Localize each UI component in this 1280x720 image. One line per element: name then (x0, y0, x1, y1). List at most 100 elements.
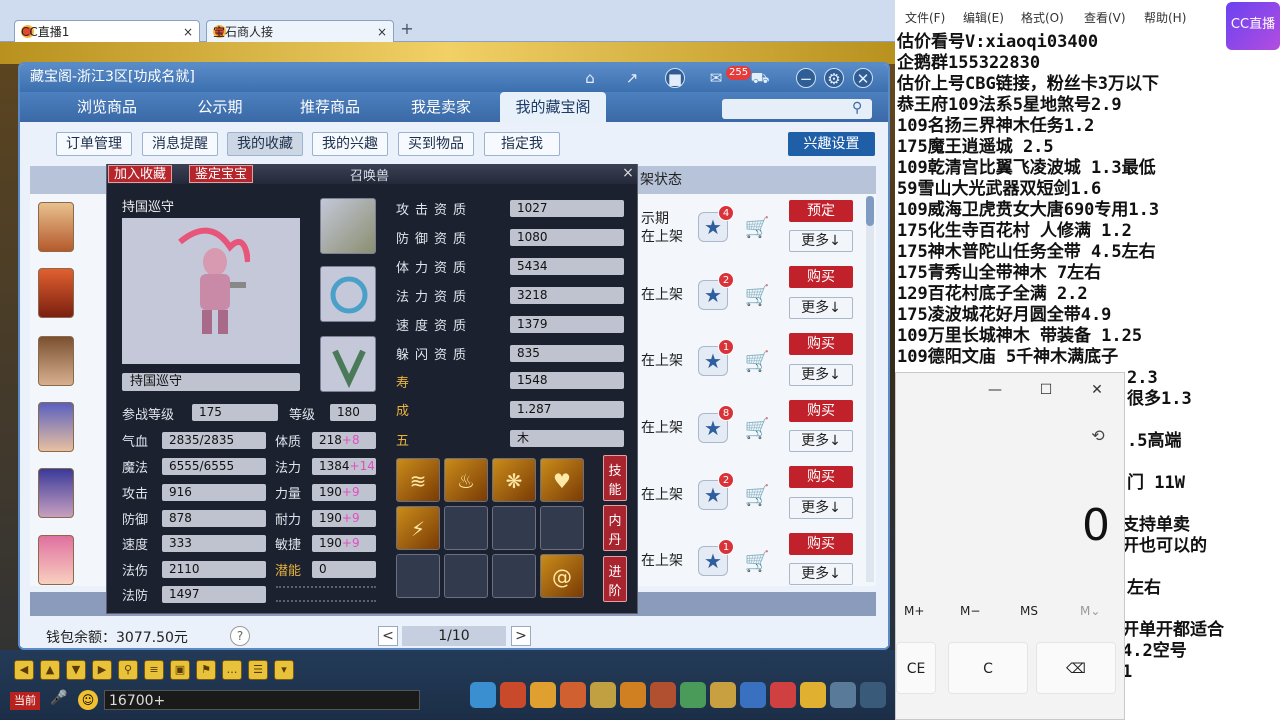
history-icon[interactable]: ⟲ (1088, 426, 1108, 446)
equipment-slot-armor[interactable] (320, 198, 376, 254)
new-tab-button[interactable]: + (398, 20, 416, 38)
minimize-icon[interactable]: − (796, 68, 816, 88)
task-icon[interactable] (710, 682, 736, 708)
flag-icon[interactable]: ⚑ (196, 660, 216, 680)
list-icon[interactable]: ☰ (248, 660, 268, 680)
browser-tab-cc-live[interactable]: CC直播1 × (14, 20, 200, 42)
menu-edit[interactable]: 编辑(E) (963, 9, 1004, 26)
calc-ce-key[interactable]: CE (896, 642, 936, 694)
identify-pet-button[interactable]: 鉴定宝宝 (189, 165, 254, 183)
buy-button[interactable]: 购买 (789, 533, 853, 555)
emote-icon[interactable] (800, 682, 826, 708)
skill-slot[interactable]: @ (540, 554, 584, 598)
subtab-favorites[interactable]: 我的收藏 (227, 132, 303, 156)
inner-elixir-side-button[interactable]: 内丹 (603, 505, 627, 551)
bag-icon[interactable] (530, 682, 556, 708)
item-avatar[interactable] (38, 336, 74, 386)
current-channel-tab[interactable]: 当前 (10, 692, 40, 710)
more-button[interactable]: 更多↓ (789, 297, 853, 319)
document-icon[interactable]: ≡ (144, 660, 164, 680)
more-button[interactable]: 更多↓ (789, 230, 853, 252)
nav-my-cbg[interactable]: 我的藏宝阁 (500, 92, 606, 122)
skills-side-button[interactable]: 技能 (603, 455, 627, 501)
skill-slot[interactable]: ⚡ (396, 506, 440, 550)
more-button[interactable]: 更多↓ (789, 430, 853, 452)
item-avatar[interactable] (38, 202, 74, 252)
search-icon[interactable]: ⚲ (852, 100, 870, 118)
calc-backspace-key[interactable]: ⌫ (1036, 642, 1116, 694)
arrow-up-icon[interactable]: ▲ (40, 660, 60, 680)
calc-maximize-button[interactable]: ☐ (1034, 382, 1058, 398)
cart-icon[interactable]: 🛒 (742, 480, 772, 510)
browser-tab-gem-merchant[interactable]: 宝石商人接 × (206, 20, 394, 42)
more-button[interactable]: 更多↓ (789, 364, 853, 386)
close-icon[interactable]: × (620, 165, 636, 181)
share-icon[interactable]: ↗ (622, 68, 642, 88)
list-scrollbar[interactable] (866, 196, 874, 582)
subtab-messages[interactable]: 消息提醒 (142, 132, 218, 156)
add-favorite-button[interactable]: 加入收藏 (108, 165, 173, 183)
item-avatar[interactable] (38, 268, 74, 318)
message-icon[interactable]: ✉ (706, 68, 726, 88)
mem-subtract-button[interactable]: M− (960, 604, 980, 618)
skill-slot[interactable]: ♨ (444, 458, 488, 502)
more-button[interactable]: 更多↓ (789, 497, 853, 519)
buy-button[interactable]: 购买 (789, 400, 853, 422)
equipment-slot-necklace[interactable] (320, 336, 376, 392)
close-icon[interactable]: ✕ (853, 68, 873, 88)
menu-view[interactable]: 查看(V) (1084, 9, 1126, 26)
advance-side-button[interactable]: 进阶 (603, 556, 627, 602)
search-icon[interactable]: ⚲ (118, 660, 138, 680)
search-input[interactable] (722, 99, 872, 119)
buy-button[interactable]: 购买 (789, 333, 853, 355)
calc-close-button[interactable]: ✕ (1085, 382, 1109, 398)
buy-button[interactable]: 购买 (789, 266, 853, 288)
menu-format[interactable]: 格式(O) (1021, 9, 1064, 26)
menu-help[interactable]: 帮助(H) (1144, 9, 1186, 26)
scroll-icon[interactable] (590, 682, 616, 708)
system-icon[interactable] (830, 682, 856, 708)
shop-icon[interactable] (770, 682, 796, 708)
item-avatar[interactable] (38, 402, 74, 452)
lock-icon[interactable]: ▣ (170, 660, 190, 680)
cart-icon[interactable]: ⛟ (750, 68, 770, 88)
equipment-slot-ring[interactable] (320, 266, 376, 322)
buy-button[interactable]: 购买 (789, 466, 853, 488)
subtab-purchased[interactable]: 买到物品 (398, 132, 474, 156)
mem-add-button[interactable]: M+ (904, 604, 924, 618)
prev-page-button[interactable]: < (378, 626, 398, 646)
arrow-down-icon[interactable]: ▼ (66, 660, 86, 680)
nav-browse[interactable]: 浏览商品 (62, 92, 152, 122)
nav-public[interactable]: 公示期 (175, 92, 265, 122)
help-icon[interactable]: ? (230, 626, 250, 646)
stop-icon[interactable]: ■ (665, 68, 685, 88)
pet-icon[interactable] (620, 682, 646, 708)
microphone-icon[interactable]: 🎤 (50, 690, 68, 710)
team-icon[interactable] (560, 682, 586, 708)
interest-settings-button[interactable]: 兴趣设置 (788, 132, 875, 156)
subtab-interests[interactable]: 我的兴趣 (312, 132, 388, 156)
pack-icon[interactable] (500, 682, 526, 708)
map-icon[interactable] (740, 682, 766, 708)
arrow-right-icon[interactable]: ▶ (92, 660, 112, 680)
menu-file[interactable]: 文件(F) (905, 9, 945, 26)
chat-input[interactable]: 16700+ (104, 690, 420, 710)
cart-icon[interactable]: 🛒 (742, 212, 772, 242)
settings-icon[interactable] (860, 682, 886, 708)
calc-minimize-button[interactable]: — (983, 382, 1007, 398)
tab-close-icon[interactable]: × (377, 25, 387, 39)
skill-slot[interactable]: ≋ (396, 458, 440, 502)
settings-icon[interactable]: ⚙ (824, 68, 844, 88)
nav-seller[interactable]: 我是卖家 (396, 92, 486, 122)
nav-recommend[interactable]: 推荐商品 (285, 92, 375, 122)
chat-icon[interactable]: … (222, 660, 242, 680)
friend-icon[interactable] (650, 682, 676, 708)
calc-c-key[interactable]: C (948, 642, 1028, 694)
cart-icon[interactable]: 🛒 (742, 280, 772, 310)
skill-slot[interactable]: ❋ (492, 458, 536, 502)
mem-store-button[interactable]: MS (1020, 604, 1038, 618)
arrow-left-icon[interactable]: ◀ (14, 660, 34, 680)
cart-icon[interactable]: 🛒 (742, 346, 772, 376)
skill-slot[interactable]: ♥ (540, 458, 584, 502)
item-avatar[interactable] (38, 468, 74, 518)
